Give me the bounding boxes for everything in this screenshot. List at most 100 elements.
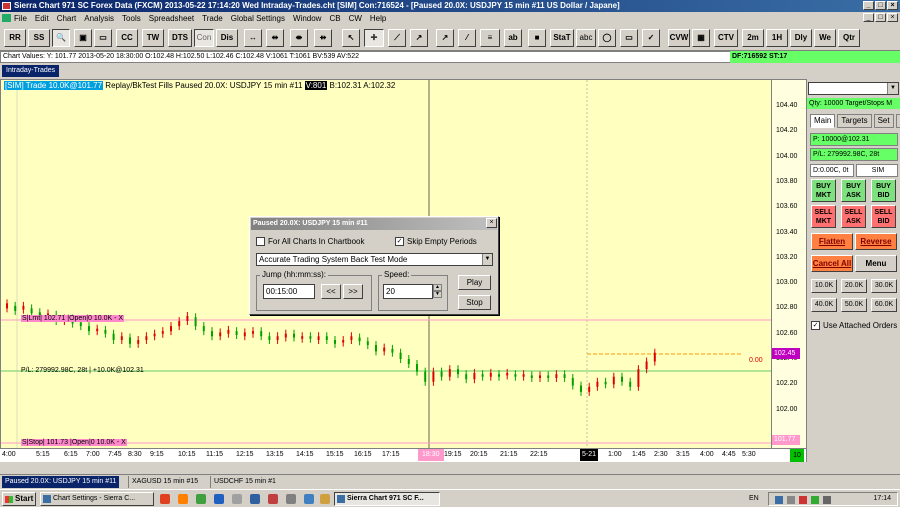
fit-icon[interactable]: ⇻ [314,29,332,47]
minimize-button[interactable]: _ [863,1,874,10]
stop-button[interactable]: Stop [458,295,491,310]
chart-tab-xagusd[interactable]: XAGUSD 15 min #15 [128,476,201,488]
quicklaunch-icon-3[interactable] [232,494,242,504]
child-minimize-button[interactable]: _ [863,13,874,22]
menu-global-settings[interactable]: Global Settings [231,14,285,23]
ctv-button[interactable]: CTV [714,29,738,47]
speed-input[interactable]: 20 [383,284,433,299]
sell-mkt-button[interactable]: SELL MKT [811,205,836,228]
price-axis[interactable]: 104.40 104.20 104.00 103.80 103.60 103.40 103.… [772,79,806,462]
quicklaunch-icon-1[interactable] [196,494,206,504]
crosshair-icon[interactable]: ✛ [364,29,384,47]
firefox-icon[interactable] [178,494,188,504]
arrow-line-icon[interactable]: ↗ [436,29,454,47]
1h-button[interactable]: 1H [766,29,788,47]
child-close-button[interactable]: × [887,13,898,22]
cc-button[interactable]: CC [116,29,138,47]
rectangle-icon[interactable]: ▭ [620,29,638,47]
menu-file[interactable]: File [14,14,27,23]
qtr-button[interactable]: Qtr [838,29,860,47]
tab-targets[interactable]: Targets [837,114,872,128]
con-button[interactable]: Con [194,29,214,47]
menu-edit[interactable]: Edit [35,14,49,23]
buy-ask-button[interactable]: BUY ASK [841,179,866,202]
expand-icon[interactable]: ⇹ [266,29,284,47]
chart-tab-usdjpy[interactable]: Paused 20.0X: USDJPY 15 min #11 [2,476,120,488]
trendline-icon[interactable]: ⁄ [458,29,476,47]
zoom-icon[interactable]: 🔍 [52,29,70,47]
rr-button[interactable]: RR [4,29,26,47]
stat-button[interactable]: StaT [550,29,574,47]
qty-50k-button[interactable]: 50.0K [841,298,867,312]
menu-cw[interactable]: CW [349,14,362,23]
play-button[interactable]: Play [458,275,491,290]
close-button[interactable]: × [887,1,898,10]
quicklaunch-icon-8[interactable] [320,494,330,504]
qty-60k-button[interactable]: 60.0K [871,298,897,312]
speaker-icon[interactable] [823,496,831,504]
menu-trade[interactable]: Trade [202,14,223,23]
account-dropdown[interactable]: ▼ [808,82,899,95]
check-icon[interactable]: ✓ [642,29,660,47]
chrome-icon[interactable] [160,494,170,504]
abc-button[interactable]: abc [576,29,596,47]
text-tool-icon[interactable]: ab [504,29,522,47]
camera-icon[interactable]: ▣ [74,29,92,47]
menu-help[interactable]: Help [370,14,386,23]
start-button[interactable]: Start [2,492,36,506]
menu-tools[interactable]: Tools [122,14,141,23]
pointer-icon[interactable]: ↖ [342,29,360,47]
language-indicator[interactable]: EN [749,493,759,505]
quicklaunch-icon-7[interactable] [304,494,314,504]
menu-chart[interactable]: Chart [57,14,77,23]
buy-bid-button[interactable]: BUY BID [871,179,896,202]
limit-order-tag[interactable]: S|Lmt| 102.71 |Open|0 10.0K - X [21,315,125,322]
move-icon[interactable]: ↔ [244,29,262,47]
task-sierra-chart[interactable]: Sierra Chart 971 SC F... [334,492,440,506]
chart-tab-usdchf[interactable]: USDCHF 15 min #1 [210,476,279,488]
skip-empty-checkbox[interactable]: ✓ Skip Empty Periods [395,237,477,247]
speed-spinner[interactable]: ▲ ▼ [433,284,442,299]
ray-icon[interactable]: ↗ [410,29,428,47]
fib-icon[interactable]: ≡ [480,29,500,47]
compress-icon[interactable]: ⇼ [290,29,308,47]
tray-icon-4[interactable] [811,496,819,504]
dly-button[interactable]: Dly [790,29,812,47]
flatten-button[interactable]: Flatten [811,233,853,250]
tab-set[interactable]: Set [873,114,894,128]
ss-button[interactable]: SS [28,29,50,47]
sell-bid-button[interactable]: SELL BID [871,205,896,228]
tw-button[interactable]: TW [142,29,164,47]
menu-cb[interactable]: CB [329,14,340,23]
quicklaunch-icon-6[interactable] [286,494,296,504]
dts-button[interactable]: DTS [168,29,192,47]
cvw-button[interactable]: CVW [668,29,690,47]
all-charts-checkbox[interactable]: For All Charts In Chartbook [256,237,364,247]
quicklaunch-icon-5[interactable] [268,494,278,504]
grid-icon[interactable]: ▦ [692,29,710,47]
quicklaunch-icon-4[interactable] [250,494,260,504]
open-icon[interactable]: ▭ [94,29,112,47]
sell-ask-button[interactable]: SELL ASK [841,205,866,228]
ellipse-icon[interactable]: ◯ [598,29,616,47]
tray-icon-2[interactable] [787,496,795,504]
task-chart-settings[interactable]: Chart Settings - Sierra C... [40,492,154,506]
menu-spreadsheet[interactable]: Spreadsheet [149,14,194,23]
tab-c[interactable]: C [895,114,900,128]
qty-30k-button[interactable]: 30.0K [871,279,897,293]
we-button[interactable]: We [814,29,836,47]
2m-button[interactable]: 2m [742,29,764,47]
tab-main[interactable]: Main [810,114,836,128]
menu-button[interactable]: Menu [855,255,897,272]
cancel-all-button[interactable]: Cancel All [811,255,853,272]
menu-window[interactable]: Window [293,14,321,23]
qty-10k-button[interactable]: 10.0K [811,279,837,293]
line-icon[interactable]: ⟋ [388,29,406,47]
jump-forward-button[interactable]: >> [343,284,363,299]
child-restore-button[interactable]: □ [875,13,886,22]
stop-icon[interactable]: ■ [528,29,546,47]
qty-40k-button[interactable]: 40.0K [811,298,837,312]
reverse-button[interactable]: Reverse [855,233,897,250]
qty-20k-button[interactable]: 20.0K [841,279,867,293]
quicklaunch-icon-2[interactable] [214,494,224,504]
